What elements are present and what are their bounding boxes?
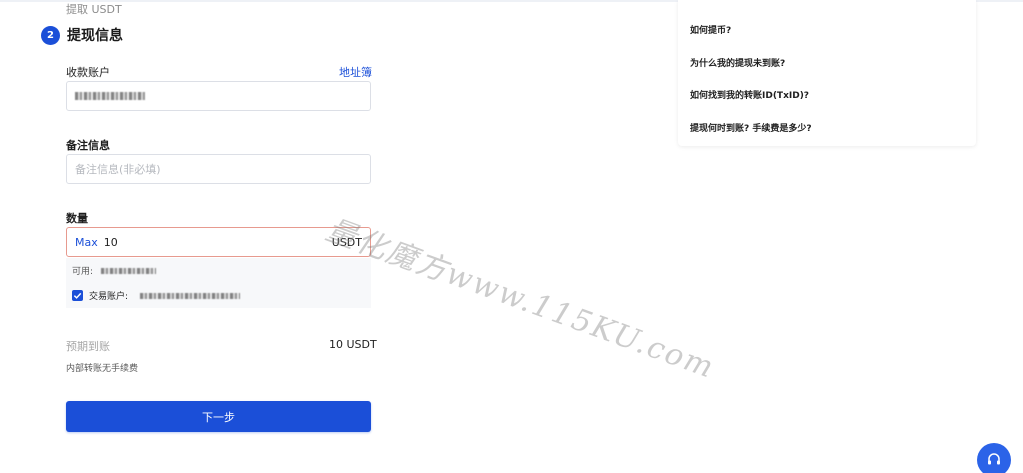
trading-account-row[interactable]: 交易账户: [72,289,241,302]
trading-account-label: 交易账户: [89,292,129,302]
remark-label: 备注信息 [66,139,110,152]
account-input[interactable] [66,81,371,111]
masked-account-value [75,92,145,100]
trading-account-checkbox[interactable] [72,290,83,301]
step-number-badge: 2 [41,25,60,45]
expected-value: 10 USDT [329,338,377,351]
customer-support-button[interactable] [977,443,1011,473]
step-title: 提现信息 [67,28,123,44]
amount-field[interactable]: Max USDT [66,227,371,257]
faq-item-find-txid[interactable]: 如何找到我的转账ID(TxID)? [690,88,809,101]
amount-label: 数量 [66,212,88,225]
masked-available-value [101,267,157,274]
remark-input[interactable] [75,162,362,176]
expected-label: 预期到账 [66,340,110,353]
watermark-text: 量化魔方www.115KU.com [321,212,720,386]
account-label: 收款账户 [66,66,110,79]
address-book-link[interactable]: 地址簿 [339,64,372,80]
remark-field[interactable] [66,154,371,184]
masked-trading-balance [140,292,241,299]
faq-item-how-to-withdraw[interactable]: 如何提币? [690,23,731,36]
faq-panel: 如何提币? 为什么我的提现未到账? 如何找到我的转账ID(TxID)? 提现何时… [678,0,976,146]
available-label: 可用: [72,267,94,277]
check-icon [73,292,82,299]
fee-note: 内部转账无手续费 [66,364,139,374]
faq-item-arrival-fee[interactable]: 提现何时到账? 手续费是多少? [690,121,812,134]
amount-unit: USDT [331,235,362,249]
available-row: 可用: [72,264,157,277]
breadcrumb: 提取 USDT [66,3,122,16]
next-step-button[interactable]: 下一步 [66,401,371,432]
faq-item-not-received[interactable]: 为什么我的提现未到账? [690,56,785,69]
withdraw-page: 提取 USDT 2 提现信息 收款账户 地址簿 备注信息 数量 Max USDT… [0,0,1023,473]
amount-input[interactable] [103,235,332,249]
step-header: 2 提现信息 [41,25,123,45]
max-button[interactable]: Max [75,236,98,249]
headset-icon [988,453,1000,465]
balance-panel: 可用: 交易账户: [66,258,371,308]
